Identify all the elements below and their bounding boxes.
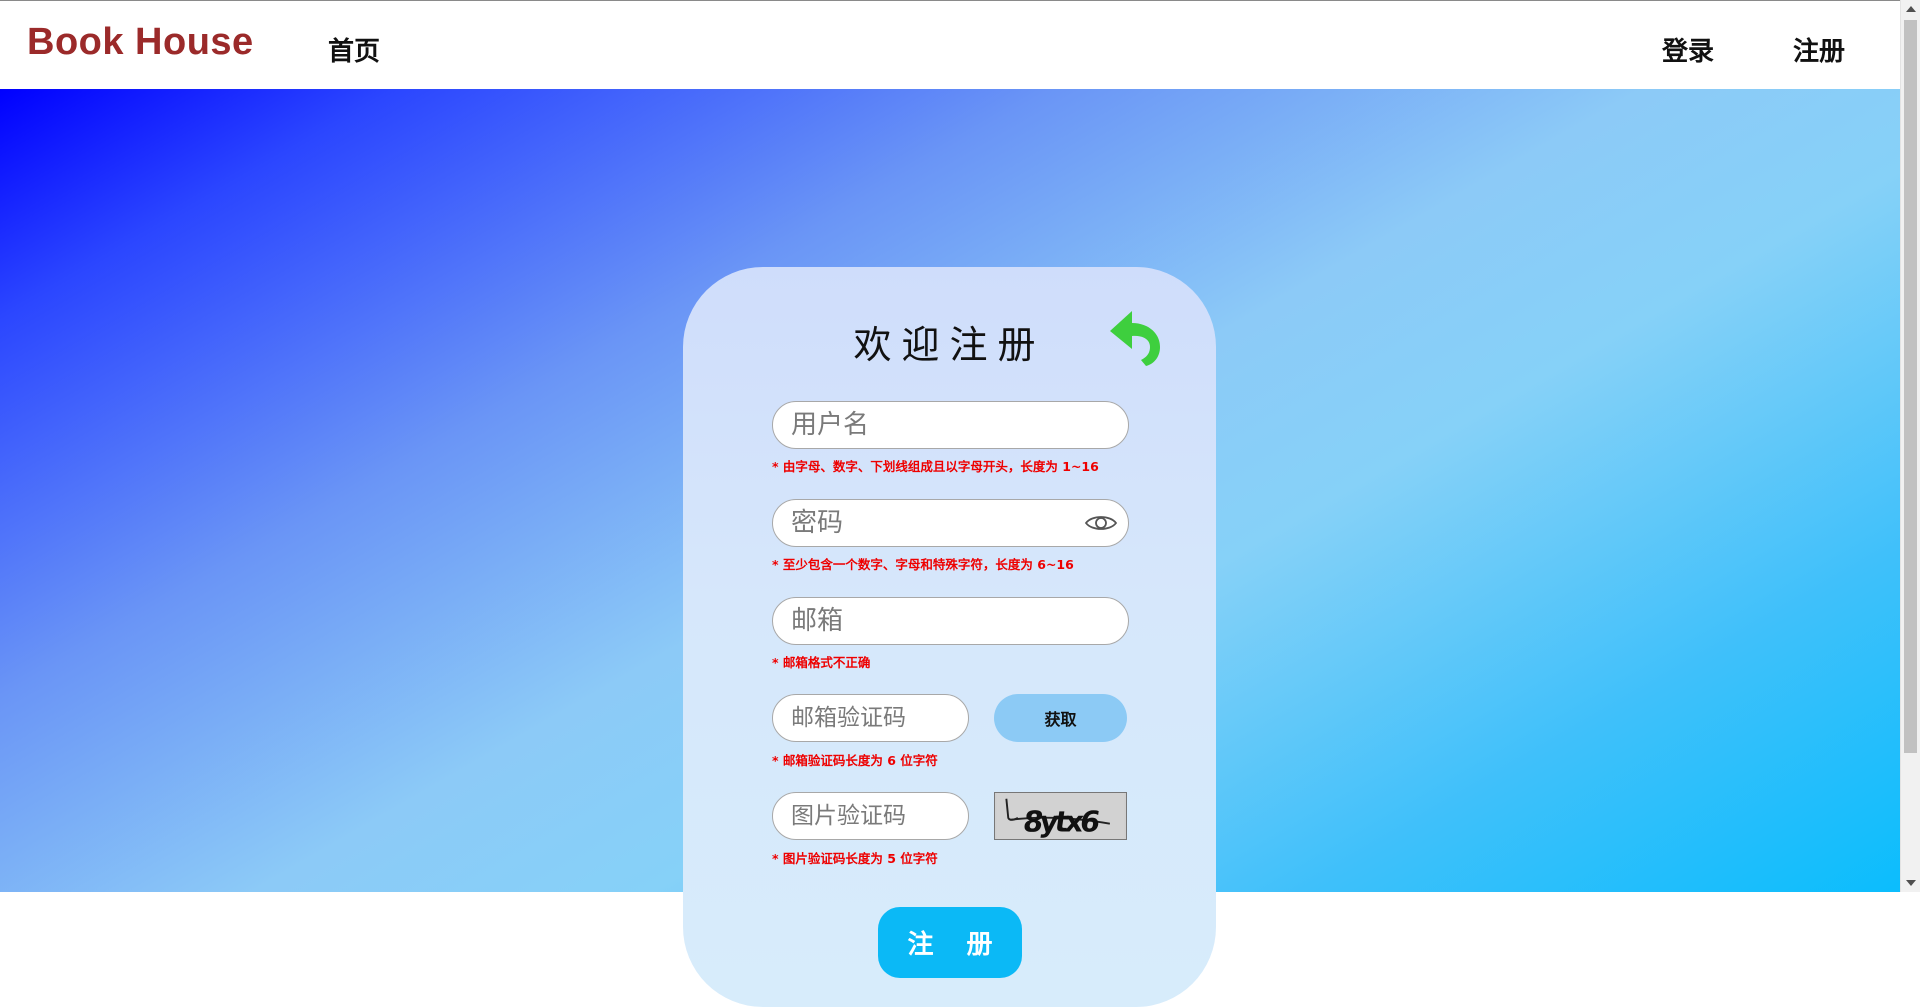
- email-hint: * 邮箱格式不正确: [772, 655, 871, 670]
- register-submit-button[interactable]: 注 册: [878, 907, 1022, 978]
- brand-logo[interactable]: Book House: [27, 21, 254, 64]
- nav-home-link[interactable]: 首页: [328, 31, 380, 68]
- nav-register-link[interactable]: 注册: [1793, 31, 1845, 68]
- scroll-down-arrow-icon[interactable]: [1906, 880, 1916, 886]
- password-hint: * 至少包含一个数字、字母和特殊字符，长度为 6~16: [772, 557, 1074, 572]
- vertical-scrollbar[interactable]: [1900, 0, 1920, 892]
- captcha-image[interactable]: 8ytx6: [994, 792, 1127, 840]
- email-code-field[interactable]: [772, 694, 969, 742]
- image-code-input[interactable]: [791, 793, 956, 838]
- image-code-field[interactable]: [772, 792, 969, 840]
- scroll-up-arrow-icon[interactable]: [1906, 6, 1916, 12]
- svg-text:8ytx6: 8ytx6: [1021, 804, 1102, 838]
- nav-login-link[interactable]: 登录: [1662, 31, 1714, 68]
- username-input[interactable]: [791, 402, 1111, 447]
- username-field[interactable]: [772, 401, 1129, 449]
- page-background: 欢迎注册 * 由字母、数字、下划线组成且以字母开头，长度为 1~16 * 至少包…: [0, 89, 1900, 1007]
- email-code-input[interactable]: [791, 695, 956, 740]
- password-field[interactable]: [772, 499, 1129, 547]
- register-card: 欢迎注册 * 由字母、数字、下划线组成且以字母开头，长度为 1~16 * 至少包…: [683, 267, 1216, 1007]
- email-code-hint: * 邮箱验证码长度为 6 位字符: [772, 753, 938, 768]
- username-hint: * 由字母、数字、下划线组成且以字母开头，长度为 1~16: [772, 459, 1099, 474]
- top-navbar: Book House 首页 登录 注册: [0, 0, 1900, 89]
- email-input[interactable]: [791, 598, 1111, 643]
- email-field[interactable]: [772, 597, 1129, 645]
- undo-arrow-icon[interactable]: [1108, 309, 1163, 367]
- image-code-hint: * 图片验证码长度为 5 位字符: [772, 851, 938, 866]
- eye-icon[interactable]: [1084, 512, 1118, 534]
- get-email-code-button[interactable]: 获取: [994, 694, 1127, 742]
- password-input[interactable]: [791, 500, 1061, 545]
- scroll-thumb[interactable]: [1904, 20, 1917, 753]
